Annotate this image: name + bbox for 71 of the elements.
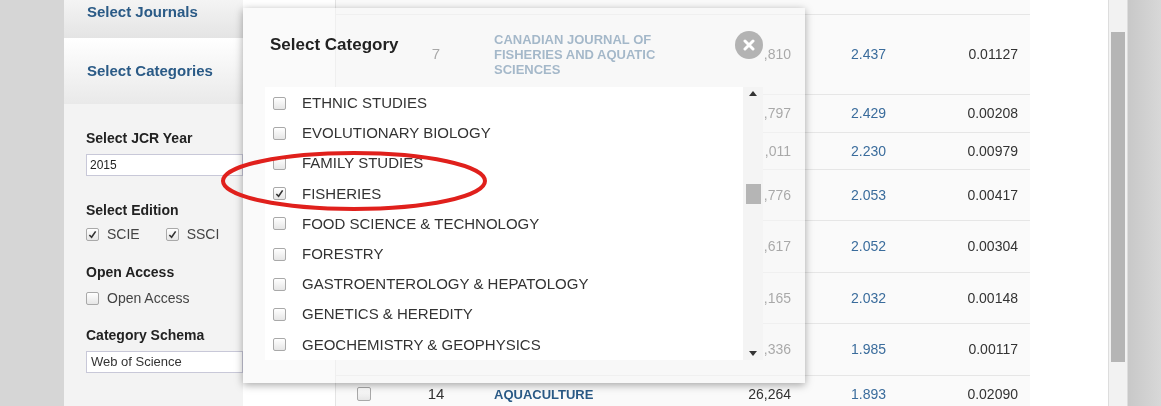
cites-cell-text: ,336 <box>763 340 791 359</box>
rank-cell-text: 7 <box>431 44 441 65</box>
eigenfactor-cell-text: 0.00117 <box>968 340 1018 359</box>
close-icon <box>743 39 755 51</box>
category-option[interactable]: GASTROENTEROLOGY & HEPATOLOGY <box>302 273 589 296</box>
list-scrollbar[interactable] <box>743 87 763 360</box>
category-option[interactable]: EVOLUTIONARY BIOLOGY <box>302 122 491 145</box>
checkbox[interactable] <box>273 308 286 322</box>
impact-factor-link[interactable]: 2.429 <box>851 105 887 121</box>
cites-cell-text: ,797 <box>763 104 791 123</box>
section-title[interactable]: Select Journals <box>87 3 198 20</box>
eigenfactor-cell-text: 0.00979 <box>967 141 1018 161</box>
option-label[interactable]: SCIE <box>107 224 140 245</box>
impact-factor-link[interactable]: 2.032 <box>851 289 887 306</box>
checkbox[interactable] <box>273 96 286 110</box>
impact-factor-link[interactable]: 2.053 <box>851 186 887 203</box>
eigenfactor-cell-text: 0.00148 <box>967 288 1018 308</box>
scroll-up-icon <box>749 91 757 96</box>
field-label: Open Access <box>86 263 176 282</box>
impact-factor-link[interactable]: 2.437 <box>851 46 887 62</box>
impact-factor-link[interactable]: 1.985 <box>851 341 887 357</box>
category-option[interactable]: FORESTRY <box>302 242 384 266</box>
eigenfactor-cell-text: 0.02090 <box>967 384 1018 404</box>
dialog-title: Select Category <box>270 34 399 57</box>
checkmark-icon <box>167 230 177 239</box>
cites-cell-text: 26,264 <box>748 384 791 404</box>
impact-factor-link[interactable]: 1.893 <box>851 385 887 402</box>
schema-select[interactable]: Web of Science <box>86 351 243 373</box>
checkbox[interactable] <box>273 247 286 261</box>
scrollbar[interactable] <box>1108 0 1128 406</box>
impact-factor-link[interactable]: 2.052 <box>851 238 887 254</box>
checkbox[interactable] <box>165 228 179 241</box>
checkmark-icon <box>88 230 97 239</box>
checkbox[interactable] <box>273 277 286 291</box>
cites-cell-text: ,011 <box>764 141 791 161</box>
scrollbar-thumb[interactable] <box>745 183 761 204</box>
category-option[interactable]: FAMILY STUDIES <box>302 152 424 175</box>
option-label[interactable]: Open Access <box>107 288 190 309</box>
checkbox[interactable] <box>273 338 286 352</box>
option-label[interactable]: SSCI <box>186 224 220 245</box>
field-label: Select JCR Year <box>86 129 194 148</box>
section-title[interactable]: Select Categories <box>87 59 213 83</box>
journal-link[interactable]: AQUACULTURE <box>494 386 691 402</box>
cites-cell-text: ,165 <box>763 288 791 308</box>
field-label: Category Schema <box>86 326 206 345</box>
rank-cell-text: 14 <box>427 383 445 404</box>
impact-factor-link[interactable]: 2.230 <box>851 142 887 159</box>
scroll-down-icon <box>749 351 757 356</box>
categories-header[interactable]: Select Categories <box>64 38 243 104</box>
eigenfactor-cell-text: 0.00208 <box>967 104 1018 123</box>
checkbox[interactable] <box>356 387 371 401</box>
cites-cell-text: ,810 <box>763 45 791 64</box>
eigenfactor-cell-text: 0.00304 <box>967 237 1018 256</box>
cites-cell-text: ,617 <box>763 237 791 256</box>
checkbox[interactable] <box>273 126 286 140</box>
year-select[interactable]: 2015 <box>86 154 243 176</box>
checkmark-icon <box>275 189 284 199</box>
checkbox[interactable] <box>86 228 99 241</box>
checkbox[interactable] <box>273 187 286 201</box>
field-label: Select Edition <box>86 201 180 220</box>
cites-cell-text: ,776 <box>763 185 791 205</box>
scrollbar-thumb[interactable] <box>1111 32 1125 362</box>
category-option[interactable]: GENETICS & HEREDITY <box>302 303 473 326</box>
category-option[interactable]: FOOD SCIENCE & TECHNOLOGY <box>302 212 540 236</box>
eigenfactor-cell-text: 0.01127 <box>968 45 1018 64</box>
checkbox[interactable] <box>273 217 286 231</box>
category-option[interactable]: GEOCHEMISTRY & GEOPHYSICS <box>302 333 541 357</box>
category-option[interactable]: FISHERIES <box>302 182 382 205</box>
category-option[interactable]: ETHNIC STUDIES <box>302 91 427 115</box>
eigenfactor-cell-text: 0.00417 <box>967 185 1018 205</box>
checkbox[interactable] <box>86 292 99 305</box>
